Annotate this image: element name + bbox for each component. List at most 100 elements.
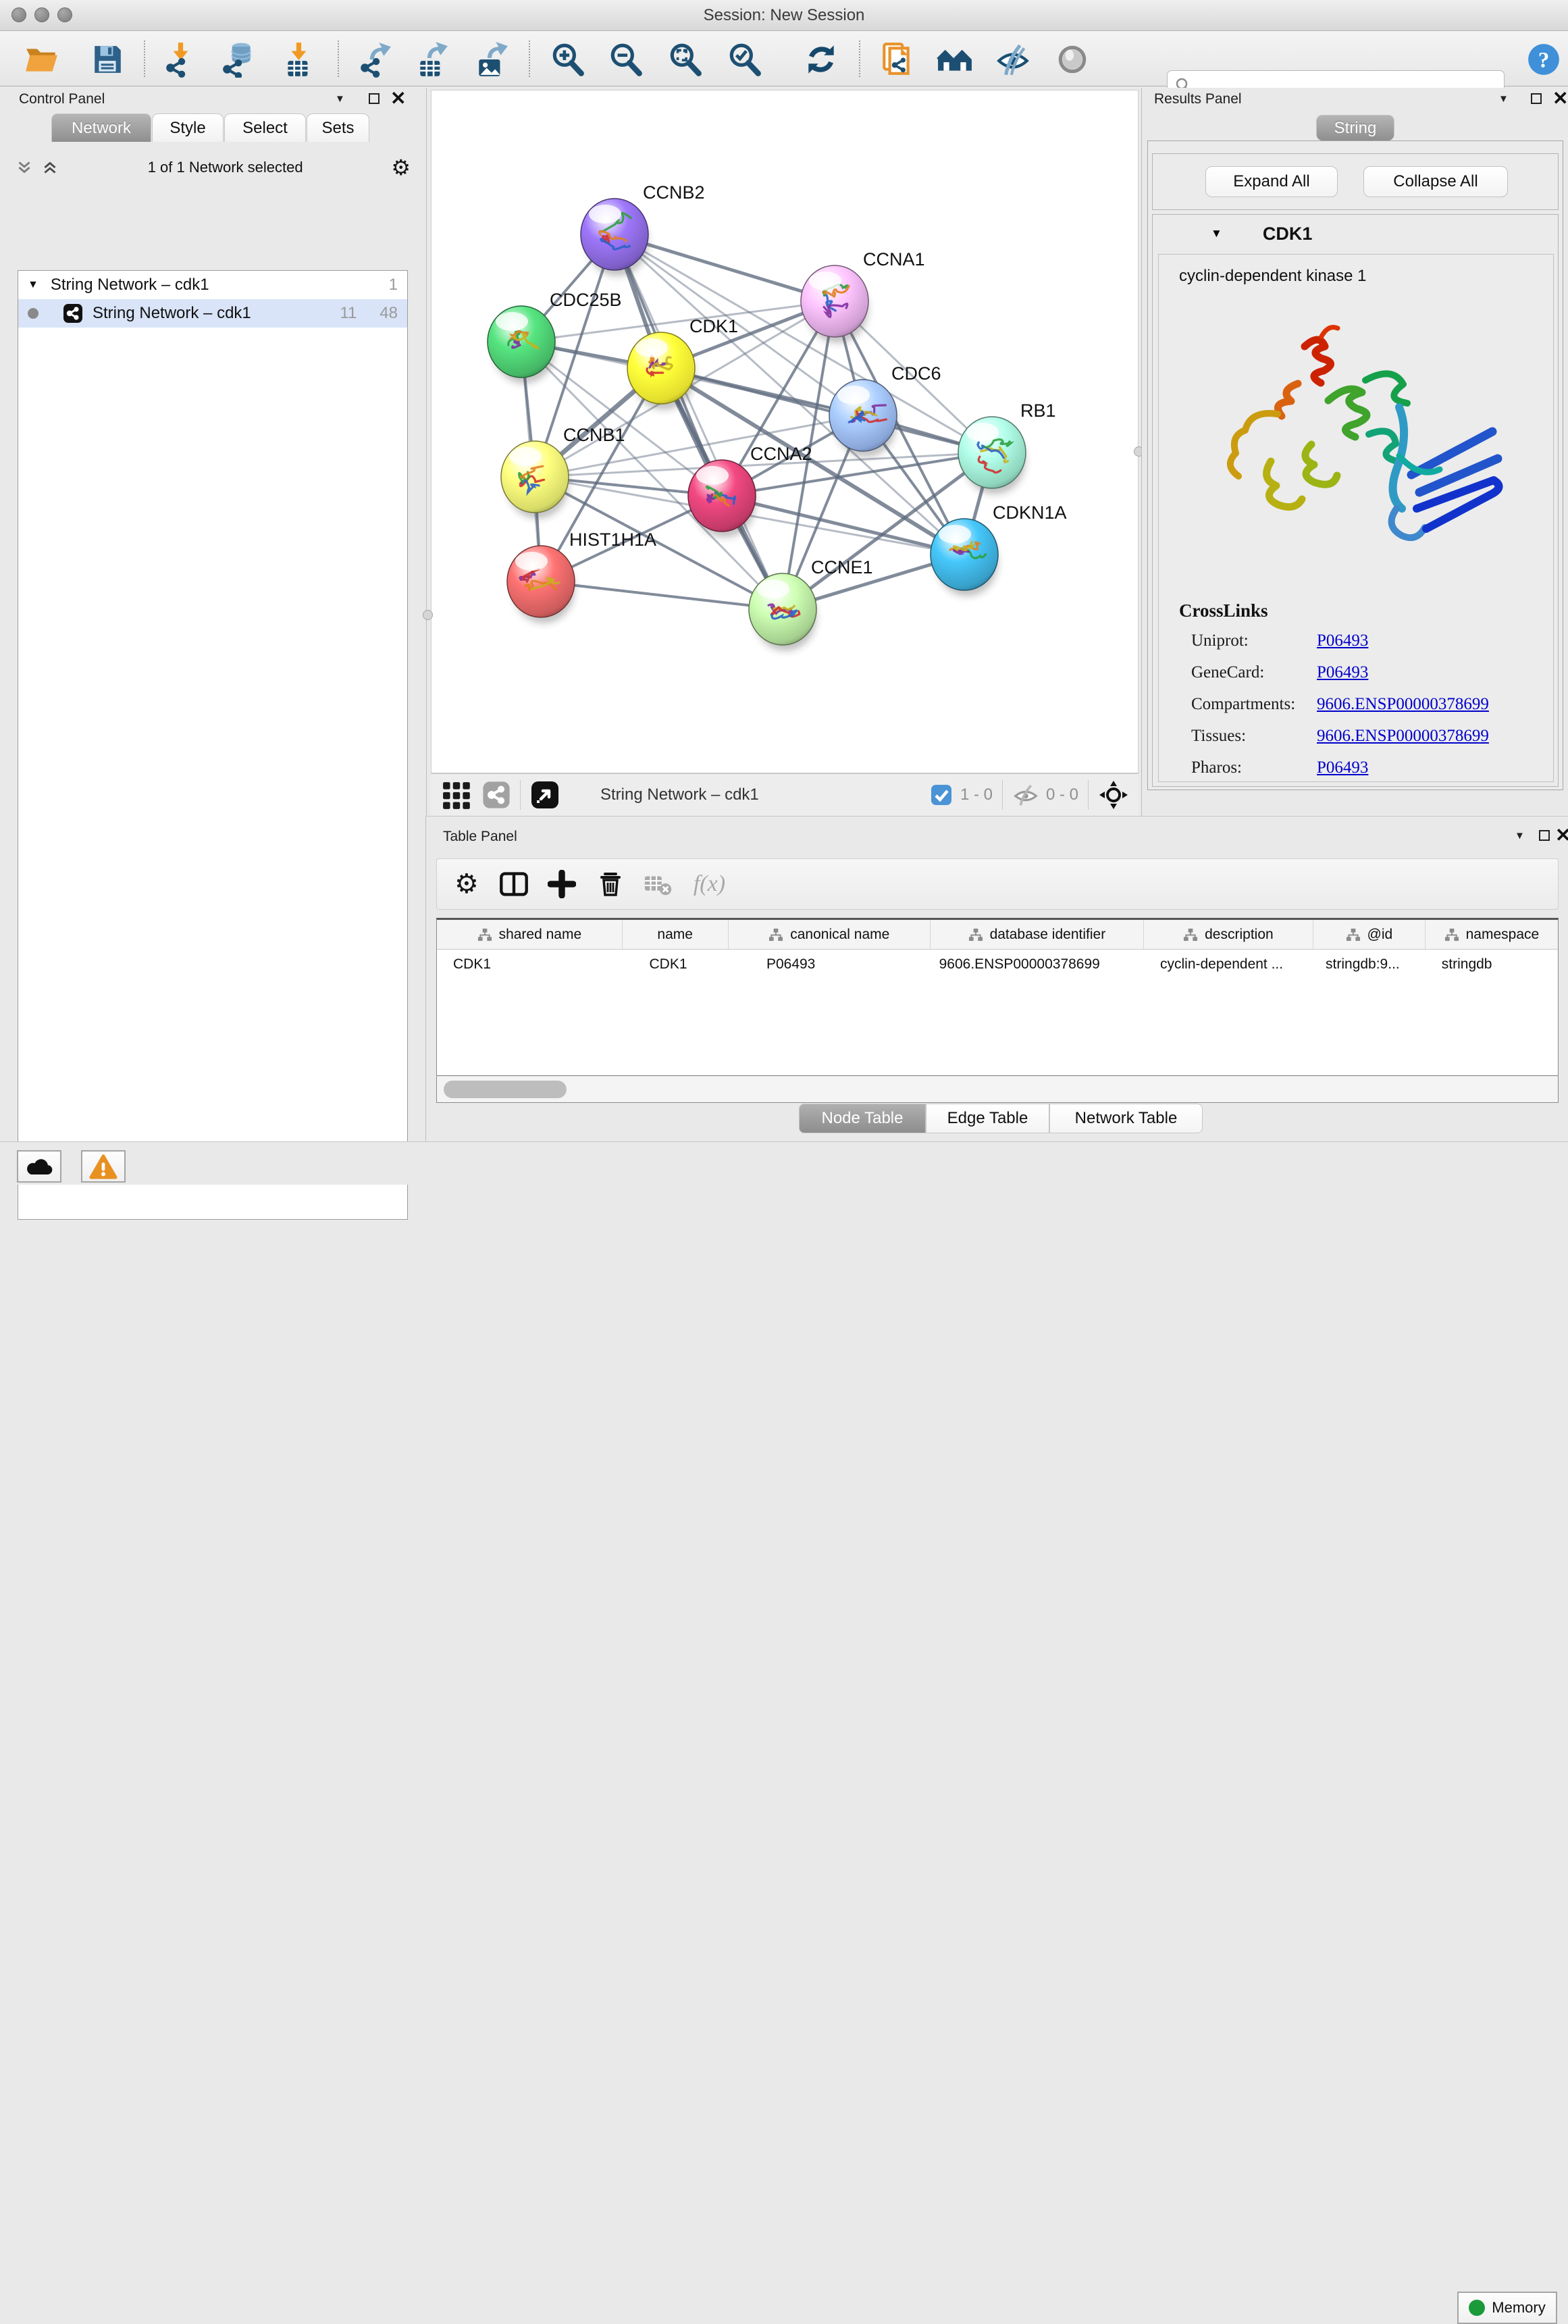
cell-id[interactable]: stringdb:9... bbox=[1313, 950, 1426, 979]
node-CCNB2[interactable]: CCNB2 bbox=[581, 182, 705, 276]
collapse-all-button[interactable]: Collapse All bbox=[1363, 166, 1508, 197]
tab-node-table[interactable]: Node Table bbox=[799, 1104, 926, 1133]
network-share-icon-gray[interactable] bbox=[482, 781, 511, 809]
show-columns-icon[interactable] bbox=[499, 869, 529, 899]
save-session-icon[interactable] bbox=[88, 41, 126, 78]
panel-close-icon[interactable]: ✕ bbox=[1552, 93, 1568, 104]
crosslink-link[interactable]: 9606.ENSP00000378699 bbox=[1317, 727, 1489, 758]
export-network-icon[interactable] bbox=[357, 41, 394, 78]
share-document-icon[interactable] bbox=[878, 41, 916, 78]
network-row-selected[interactable]: String Network – cdk1 11 48 bbox=[18, 299, 407, 328]
table-horizontal-scrollbar[interactable] bbox=[436, 1076, 1559, 1103]
panel-float-icon[interactable] bbox=[369, 93, 380, 104]
panel-float-icon[interactable] bbox=[1539, 830, 1550, 841]
node-CDC6[interactable]: CDC6 bbox=[829, 363, 941, 457]
collapse-all-tree-icon[interactable] bbox=[41, 159, 59, 176]
node-CDC25B[interactable]: CDC25B bbox=[488, 290, 622, 384]
column-header-description[interactable]: description bbox=[1144, 920, 1313, 949]
export-table-icon[interactable] bbox=[414, 41, 452, 78]
selected-checkbox-icon[interactable] bbox=[931, 784, 952, 806]
add-column-icon[interactable] bbox=[548, 870, 576, 898]
network-options-gear-icon[interactable]: ⚙ bbox=[391, 157, 411, 178]
node-label-CCNA1: CCNA1 bbox=[863, 249, 925, 269]
column-header-namespace[interactable]: namespace bbox=[1426, 920, 1558, 949]
network-canvas[interactable]: CCNB2CCNA1CDC25BCDK1CDC6RB1CCNB1CCNA2CDK… bbox=[431, 90, 1139, 773]
vertical-splitter-handle-left[interactable] bbox=[423, 610, 433, 620]
memory-button[interactable]: Memory bbox=[1457, 2292, 1557, 2324]
toolbar-divider bbox=[529, 41, 530, 77]
node-CCNB1[interactable]: CCNB1 bbox=[501, 425, 625, 519]
refresh-icon[interactable] bbox=[802, 41, 840, 78]
crosslink-link[interactable]: P06493 bbox=[1317, 758, 1368, 782]
scrollbar-thumb[interactable] bbox=[444, 1081, 567, 1098]
table-header-row: shared name name canonical name database… bbox=[437, 920, 1558, 950]
import-network-database-icon[interactable] bbox=[219, 41, 257, 78]
crosslink-link[interactable]: P06493 bbox=[1317, 631, 1368, 663]
zoom-selected-icon[interactable] bbox=[725, 41, 763, 78]
panel-menu-icon[interactable]: ▼ bbox=[1498, 93, 1509, 105]
cell-name[interactable]: CDK1 bbox=[623, 950, 729, 979]
node-CDK1[interactable]: CDK1 bbox=[627, 316, 738, 410]
import-network-file-icon[interactable] bbox=[162, 41, 200, 78]
cell-database-identifier[interactable]: 9606.ENSP00000378699 bbox=[931, 950, 1144, 979]
help-icon[interactable]: ? bbox=[1525, 41, 1563, 78]
network-collection-row[interactable]: ▼ String Network – cdk1 1 bbox=[18, 271, 407, 299]
toolbar-divider bbox=[338, 41, 339, 77]
node-HIST1H1A[interactable]: HIST1H1A bbox=[507, 530, 656, 623]
tab-edge-table[interactable]: Edge Table bbox=[926, 1104, 1049, 1133]
gene-collapse-icon[interactable]: ▼ bbox=[1211, 227, 1222, 240]
cell-shared-name[interactable]: CDK1 bbox=[437, 950, 623, 979]
fit-content-crosshair-icon[interactable] bbox=[1098, 779, 1129, 810]
tab-style[interactable]: Style bbox=[152, 113, 224, 142]
string-home-icon[interactable] bbox=[936, 41, 974, 78]
node-RB1[interactable]: RB1 bbox=[958, 401, 1056, 494]
zoom-fit-icon[interactable] bbox=[666, 41, 704, 78]
column-header-database-identifier[interactable]: database identifier bbox=[931, 920, 1144, 949]
cell-canonical-name[interactable]: P06493 bbox=[729, 950, 931, 979]
expand-all-tree-icon[interactable] bbox=[15, 159, 34, 176]
warning-button[interactable] bbox=[81, 1150, 126, 1183]
gene-header-row[interactable]: ▼ CDK1 bbox=[1153, 215, 1558, 253]
panel-close-icon[interactable]: ✕ bbox=[390, 93, 406, 104]
delete-table-icon[interactable] bbox=[644, 871, 673, 898]
panel-float-icon[interactable] bbox=[1531, 93, 1542, 104]
crosslink-link[interactable]: 9606.ENSP00000378699 bbox=[1317, 695, 1489, 727]
status-bar: Memory bbox=[0, 1141, 1568, 1185]
tab-sets[interactable]: Sets bbox=[307, 113, 369, 142]
hidden-eye-icon[interactable] bbox=[1012, 783, 1039, 806]
preview-orb-icon[interactable] bbox=[1053, 41, 1091, 78]
open-in-window-icon[interactable] bbox=[530, 780, 560, 810]
table-row[interactable]: CDK1 CDK1 P06493 9606.ENSP00000378699 cy… bbox=[437, 950, 1558, 979]
node-CCNE1[interactable]: CCNE1 bbox=[749, 557, 873, 651]
collection-expand-icon[interactable]: ▼ bbox=[28, 279, 38, 291]
tab-select[interactable]: Select bbox=[224, 113, 306, 142]
column-header-name[interactable]: name bbox=[623, 920, 729, 949]
hide-selected-icon[interactable] bbox=[994, 41, 1032, 78]
node-CDKN1A[interactable]: CDKN1A bbox=[931, 502, 1067, 596]
table-options-gear-icon[interactable]: ⚙ bbox=[454, 871, 479, 898]
panel-menu-icon[interactable]: ▼ bbox=[335, 93, 345, 105]
tab-string[interactable]: String bbox=[1316, 115, 1394, 140]
cloud-button[interactable] bbox=[17, 1150, 61, 1183]
open-session-icon[interactable] bbox=[23, 41, 61, 78]
zoom-in-icon[interactable] bbox=[548, 41, 586, 78]
function-builder-icon[interactable]: f(x) bbox=[694, 871, 725, 897]
tab-network-table[interactable]: Network Table bbox=[1049, 1104, 1203, 1133]
toolbar-divider bbox=[1002, 780, 1003, 810]
column-header-canonical-name[interactable]: canonical name bbox=[729, 920, 931, 949]
expand-all-button[interactable]: Expand All bbox=[1205, 166, 1338, 197]
birdseye-grid-icon[interactable] bbox=[442, 779, 473, 810]
import-table-file-icon[interactable] bbox=[280, 41, 318, 78]
panel-menu-icon[interactable]: ▼ bbox=[1515, 830, 1525, 842]
delete-column-icon[interactable] bbox=[596, 870, 625, 898]
zoom-out-icon[interactable] bbox=[606, 41, 644, 78]
column-header-id[interactable]: @id bbox=[1313, 920, 1426, 949]
cell-namespace[interactable]: stringdb bbox=[1426, 950, 1558, 979]
node-table[interactable]: shared name name canonical name database… bbox=[436, 918, 1559, 1076]
export-image-icon[interactable] bbox=[473, 41, 511, 78]
column-header-shared-name[interactable]: shared name bbox=[437, 920, 623, 949]
tab-network[interactable]: Network bbox=[51, 113, 151, 142]
crosslink-link[interactable]: P06493 bbox=[1317, 663, 1368, 695]
cell-description[interactable]: cyclin-dependent ... bbox=[1144, 950, 1313, 979]
panel-close-icon[interactable]: ✕ bbox=[1555, 830, 1568, 841]
